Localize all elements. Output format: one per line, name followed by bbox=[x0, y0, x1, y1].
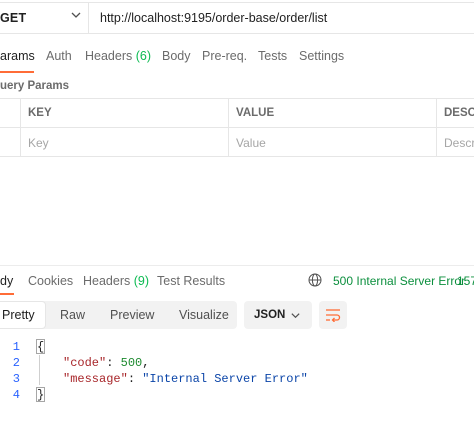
line-number: 3 bbox=[12, 372, 20, 386]
method-label: GET bbox=[0, 11, 27, 25]
header-key: KEY bbox=[28, 107, 52, 119]
table-border-top bbox=[0, 98, 474, 99]
tab-params[interactable]: arams bbox=[0, 49, 35, 63]
line-number: 2 bbox=[12, 356, 20, 370]
header-value: VALUE bbox=[236, 107, 275, 119]
view-preview[interactable]: Preview bbox=[110, 308, 154, 322]
value-input[interactable]: Value bbox=[236, 136, 266, 150]
language-label: JSON bbox=[254, 309, 286, 321]
tab-auth[interactable]: Auth bbox=[46, 49, 72, 63]
tab-settings[interactable]: Settings bbox=[299, 49, 344, 63]
status-badge[interactable]: 500 Internal Server Error bbox=[333, 274, 465, 288]
tab-headers[interactable]: Headers (6) bbox=[85, 49, 151, 63]
globe-icon[interactable] bbox=[308, 273, 322, 287]
view-raw[interactable]: Raw bbox=[60, 308, 85, 322]
code-close-brace: } bbox=[37, 388, 45, 402]
table-col-divider bbox=[436, 98, 437, 156]
code-line-code: "code": 500, bbox=[63, 356, 150, 370]
tab-body[interactable]: Body bbox=[162, 49, 191, 63]
tab-cookies[interactable]: Cookies bbox=[28, 274, 73, 288]
response-time[interactable]: 157 bbox=[457, 274, 474, 288]
tab-tests[interactable]: Tests bbox=[258, 49, 287, 63]
code-line-message: "message": "Internal Server Error" bbox=[63, 372, 308, 386]
wrap-lines-icon bbox=[326, 309, 341, 322]
chevron-down-icon[interactable] bbox=[70, 9, 82, 21]
tab-response-body[interactable]: dy bbox=[0, 274, 13, 288]
code-open-brace: { bbox=[37, 340, 45, 354]
table-col-divider bbox=[228, 98, 229, 156]
tab-prerequest[interactable]: Pre-req. bbox=[202, 49, 247, 63]
key-input[interactable]: Key bbox=[28, 136, 49, 150]
line-number: 1 bbox=[12, 340, 20, 354]
indent-guide bbox=[39, 355, 40, 385]
tab-response-headers[interactable]: Headers (9) bbox=[83, 274, 149, 288]
header-description: DESC bbox=[444, 107, 474, 119]
description-input[interactable]: Descr bbox=[444, 136, 474, 150]
active-tab-indicator bbox=[0, 293, 14, 295]
table-border-mid bbox=[0, 127, 474, 128]
url-text[interactable]: http://localhost:9195/order-base/order/l… bbox=[100, 11, 327, 25]
chevron-down-icon bbox=[291, 313, 300, 319]
table-col-divider bbox=[20, 98, 21, 156]
view-pretty[interactable]: Pretty bbox=[2, 308, 35, 322]
tab-test-results[interactable]: Test Results bbox=[157, 274, 225, 288]
line-number: 4 bbox=[12, 388, 20, 402]
view-visualize[interactable]: Visualize bbox=[179, 308, 229, 322]
pane-divider[interactable] bbox=[0, 265, 474, 266]
query-params-label: uery Params bbox=[0, 80, 70, 92]
table-border-bottom bbox=[0, 156, 474, 157]
active-tab-indicator bbox=[0, 71, 34, 73]
